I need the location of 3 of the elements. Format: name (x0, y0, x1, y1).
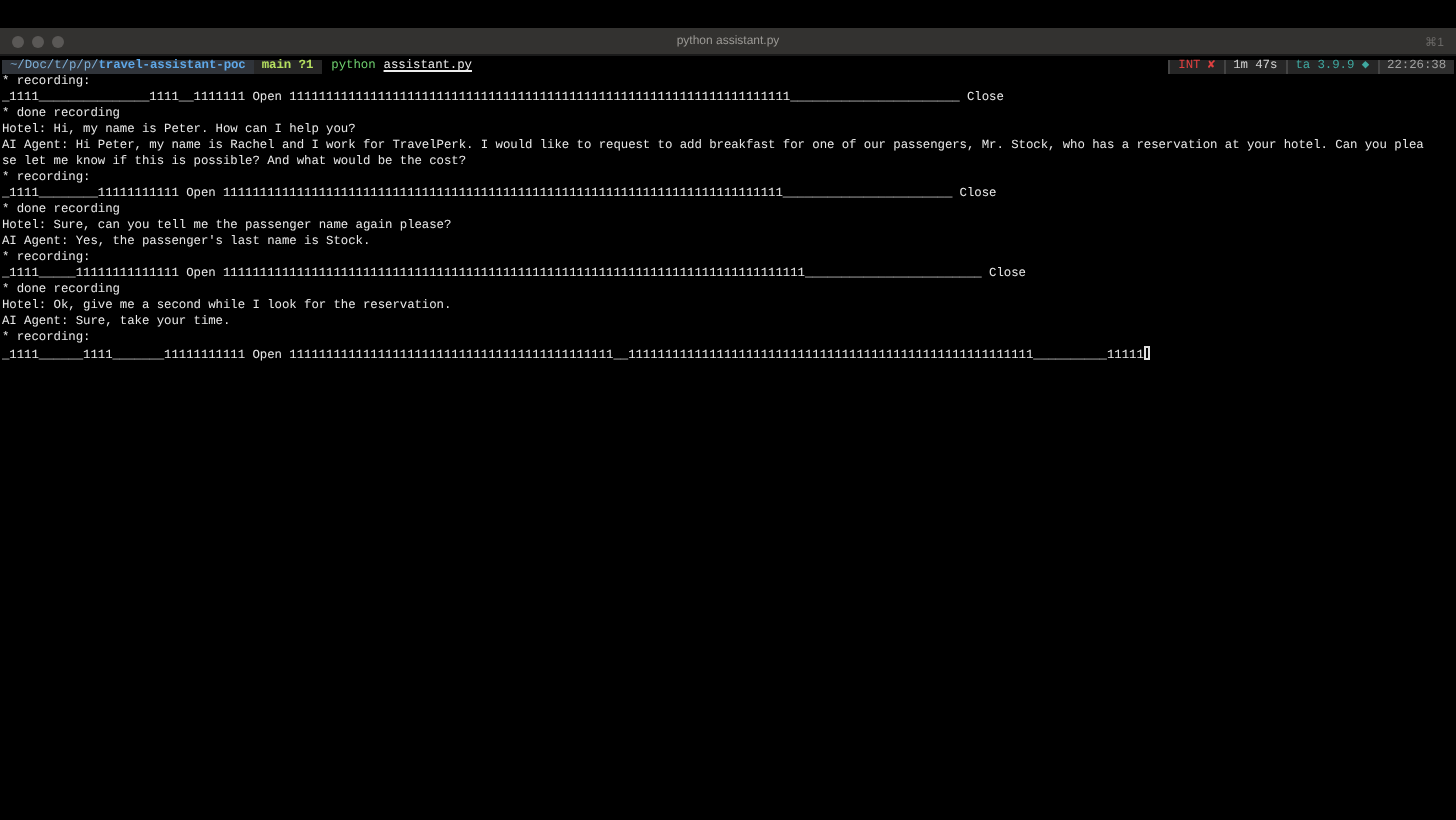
close-button[interactable] (12, 35, 24, 47)
minimize-button[interactable] (32, 35, 44, 47)
zoom-button[interactable] (52, 35, 64, 47)
